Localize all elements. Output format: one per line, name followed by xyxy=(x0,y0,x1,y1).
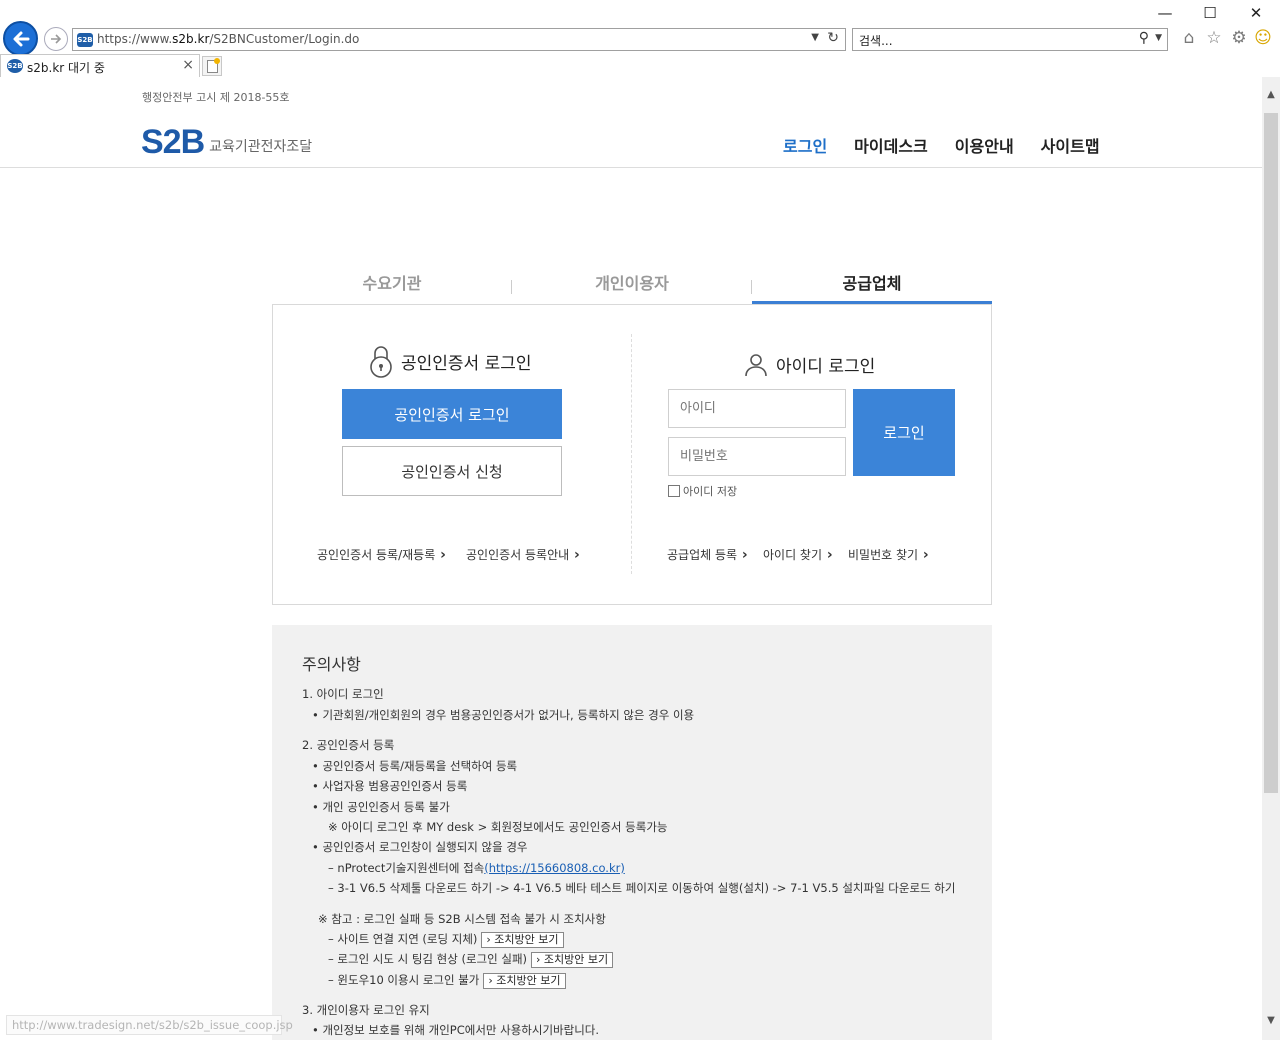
header-divider xyxy=(0,167,1262,168)
login-button[interactable]: 로그인 xyxy=(853,389,955,476)
note-subitem-text: – 로그인 시도 시 팅김 현상 (로그인 실패) xyxy=(328,952,528,966)
id-input[interactable] xyxy=(668,389,846,428)
new-tab-spark-icon xyxy=(214,58,220,64)
find-password-link[interactable]: 비밀번호 찾기 xyxy=(848,546,929,563)
close-window-icon[interactable]: ✕ xyxy=(1241,4,1271,22)
note-subitem: ※ 아이디 로그인 후 MY desk > 회원정보에서도 공인인증서 등록가능 xyxy=(328,820,668,834)
note-heading: 3. 개인이용자 로그인 유지 xyxy=(302,1003,430,1017)
search-input[interactable]: 검색... xyxy=(859,32,893,49)
note-subitem: – nProtect기술지원센터에 접속(https://15660808.co… xyxy=(328,860,625,876)
close-tab-icon[interactable]: × xyxy=(182,57,194,73)
address-url[interactable]: https://www.s2b.kr/S2BNCustomer/Login.do xyxy=(97,32,359,46)
login-divider xyxy=(631,334,632,574)
nav-sitemap[interactable]: 사이트맵 xyxy=(1041,133,1100,157)
lock-icon xyxy=(370,346,392,378)
arrow-left-icon xyxy=(13,31,29,46)
tab-institution[interactable]: 수요기관 xyxy=(272,270,512,304)
note-subitem-text: – 윈도우10 이용시 로그인 불가 xyxy=(328,973,480,987)
tab-individual[interactable]: 개인이용자 xyxy=(512,270,752,304)
main-nav: 로그인 마이데스크 이용안내 사이트맵 xyxy=(783,133,1127,157)
cert-login-button[interactable]: 공인인증서 로그인 xyxy=(342,389,562,439)
favorites-star-icon[interactable]: ☆ xyxy=(1203,28,1225,48)
save-id-label: 아이디 저장 xyxy=(683,485,738,498)
site-favicon-icon: S2B xyxy=(77,33,93,47)
solution-button[interactable]: › 조치방안 보기 xyxy=(481,932,564,948)
note-item: • 개인정보 보호를 위해 개인PC에서만 사용하시기바랍니다. xyxy=(312,1023,600,1037)
logo-subtitle: 교육기관전자조달 xyxy=(209,139,313,155)
nav-login[interactable]: 로그인 xyxy=(783,133,827,157)
vertical-scrollbar[interactable]: ▲ ▼ xyxy=(1262,77,1280,1040)
scroll-up-icon[interactable]: ▲ xyxy=(1262,89,1280,100)
solution-label: 조치방안 보기 xyxy=(496,974,561,987)
forward-button[interactable] xyxy=(44,27,68,51)
search-icon[interactable]: ⚲ xyxy=(1139,30,1149,46)
id-login-title-text: 아이디 로그인 xyxy=(776,357,876,377)
tab-title: s2b.kr 대기 중 xyxy=(27,61,105,75)
note-subitem: – 로그인 시도 시 팅김 현상 (로그인 실패) › 조치방안 보기 xyxy=(328,951,614,968)
solution-label: 조치방안 보기 xyxy=(494,933,559,946)
checkbox-box[interactable] xyxy=(668,485,680,497)
note-item: • 공인인증서 로그인창이 실행되지 않을 경우 xyxy=(312,840,528,854)
smiley-feedback-icon[interactable]: ☺ xyxy=(1252,28,1274,48)
note-heading: 1. 아이디 로그인 xyxy=(302,687,384,701)
browser-chrome: S2B https://www.s2b.kr/S2BNCustomer/Logi… xyxy=(0,0,1280,77)
browser-tab[interactable]: S2B s2b.kr 대기 중 × xyxy=(0,54,200,77)
site-logo[interactable]: S2B 교육기관전자조달 xyxy=(141,123,312,159)
new-tab-button[interactable] xyxy=(202,56,222,76)
back-button[interactable] xyxy=(3,21,38,56)
cert-register-link[interactable]: 공인인증서 등록/재등록 xyxy=(317,546,446,563)
url-path: /S2BNCustomer/Login.do xyxy=(209,32,360,46)
solution-button[interactable]: › 조치방안 보기 xyxy=(531,952,614,968)
logo-mark: S2B xyxy=(141,123,205,161)
cert-login-title: 공인인증서 로그인 xyxy=(369,344,532,378)
note-item: • 기관회원/개인회원의 경우 범용공인인증서가 없거나, 등록하지 않은 경우… xyxy=(312,708,695,722)
note-reference: ※ 참고 : 로그인 실패 등 S2B 시스템 접속 불가 시 조치사항 xyxy=(318,912,606,926)
cert-apply-button[interactable]: 공인인증서 신청 xyxy=(342,446,562,496)
arrow-right-icon xyxy=(51,34,62,44)
address-dropdown-icon[interactable]: ▼ xyxy=(811,32,819,43)
note-subitem: – 3-1 V6.5 삭제툴 다운로드 하기 -> 4-1 V6.5 베타 테스… xyxy=(328,881,956,895)
refresh-icon[interactable]: ↻ xyxy=(827,30,839,46)
tab-favicon-icon: S2B xyxy=(7,59,23,73)
password-input[interactable] xyxy=(668,437,846,476)
scroll-down-icon[interactable]: ▼ xyxy=(1262,1015,1280,1026)
note-item: • 공인인증서 등록/재등록을 선택하여 등록 xyxy=(312,759,518,773)
supplier-register-link[interactable]: 공급업체 등록 xyxy=(667,546,748,563)
scrollbar-thumb[interactable] xyxy=(1264,113,1278,793)
status-bar-url: http://www.tradesign.net/s2b/s2b_issue_c… xyxy=(6,1015,293,1035)
note-subitem-text: – nProtect기술지원센터에 접속 xyxy=(328,861,485,875)
gear-icon[interactable]: ⚙ xyxy=(1228,28,1250,48)
note-heading: 2. 공인인증서 등록 xyxy=(302,738,395,752)
gov-notice: 행정안전부 고시 제 2018-55호 xyxy=(142,91,290,104)
address-bar[interactable]: S2B https://www.s2b.kr/S2BNCustomer/Logi… xyxy=(72,28,846,51)
url-domain: s2b.kr xyxy=(172,32,210,46)
find-id-link[interactable]: 아이디 찾기 xyxy=(763,546,833,563)
tab-supplier[interactable]: 공급업체 xyxy=(752,270,992,304)
nav-guide[interactable]: 이용안내 xyxy=(955,133,1014,157)
cert-login-title-text: 공인인증서 로그인 xyxy=(401,353,532,374)
note-item: • 사업자용 범용공인인증서 등록 xyxy=(312,779,468,793)
nprotect-link[interactable]: (https://15660808.co.kr) xyxy=(484,861,625,875)
solution-button[interactable]: › 조치방안 보기 xyxy=(483,973,566,989)
search-dropdown-icon[interactable]: ▼ xyxy=(1155,33,1162,43)
save-id-checkbox[interactable]: 아이디 저장 xyxy=(668,483,737,499)
note-subitem: – 윈도우10 이용시 로그인 불가 › 조치방안 보기 xyxy=(328,972,566,989)
nav-mydesk[interactable]: 마이데스크 xyxy=(854,133,928,157)
note-subitem-text: – 사이트 연결 지연 (로딩 지체) xyxy=(328,932,478,946)
home-icon[interactable]: ⌂ xyxy=(1178,28,1200,48)
user-icon xyxy=(745,353,767,376)
solution-label: 조치방안 보기 xyxy=(543,953,609,966)
notice-title: 주의사항 xyxy=(302,655,361,674)
url-prefix: https://www. xyxy=(97,32,173,46)
search-box[interactable]: 검색... ⚲ ▼ xyxy=(852,28,1168,51)
minimize-icon[interactable]: — xyxy=(1150,4,1180,22)
note-subitem: – 사이트 연결 지연 (로딩 지체) › 조치방안 보기 xyxy=(328,931,564,948)
maximize-icon[interactable]: ☐ xyxy=(1195,4,1225,22)
cert-guide-link[interactable]: 공인인증서 등록안내 xyxy=(466,546,580,563)
id-login-title: 아이디 로그인 xyxy=(744,352,875,377)
note-item: • 개인 공인인증서 등록 불가 xyxy=(312,800,450,814)
